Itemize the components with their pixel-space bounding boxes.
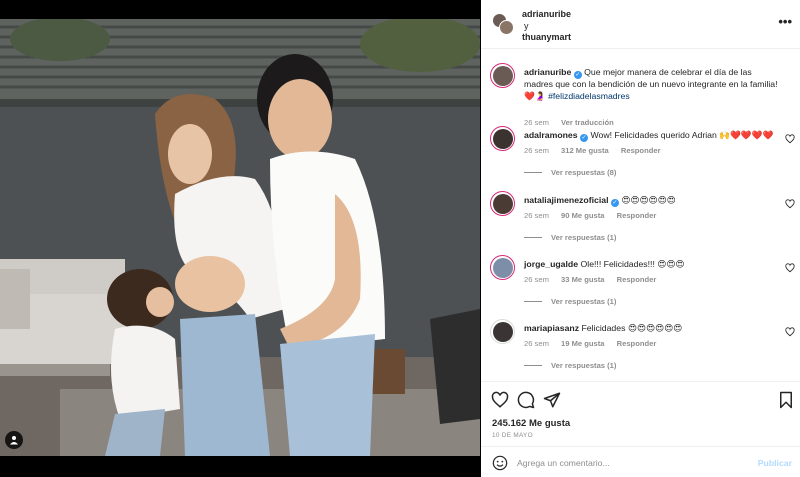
emoji-icon[interactable] [492, 455, 508, 471]
caption-time: 26 sem [524, 118, 549, 127]
comment-time: 26 sem [524, 211, 549, 220]
heart-icon[interactable] [491, 391, 509, 409]
comment-body: Wow! Felicidades querido Adrian 🙌❤️❤️❤️❤… [590, 130, 774, 140]
more-options-icon[interactable]: ••• [778, 14, 792, 29]
comment-body: Felicidades 😍😍😍😍😍😍 [581, 323, 683, 333]
comment-like-icon[interactable] [785, 327, 795, 337]
avatar[interactable] [490, 126, 515, 151]
avatar[interactable] [490, 255, 515, 280]
comment-username[interactable]: nataliajimenezoficial [524, 195, 609, 205]
comment-meta: 26 sem 312 Me gusta Responder [524, 146, 671, 155]
post-photo[interactable] [0, 19, 480, 456]
comment-username[interactable]: jorge_ugalde [524, 259, 578, 269]
comment-icon[interactable] [517, 391, 535, 409]
view-replies-button[interactable]: Ver respuestas (1) [524, 297, 616, 306]
translate-link[interactable]: Ver traducción [561, 118, 614, 127]
reply-button[interactable]: Responder [617, 211, 657, 220]
post-side-panel: adrianuribe y thuanymart ••• adrianuribe… [481, 0, 800, 477]
comment-text: jorge_ugalde Ole!!! Felicidades!!! 😍😍😍 [524, 259, 782, 271]
reply-button[interactable]: Responder [617, 275, 657, 284]
user-tag-icon[interactable] [5, 431, 23, 449]
bookmark-icon[interactable] [777, 391, 795, 409]
comment-input[interactable] [517, 455, 737, 471]
comment-text: adalramones ✓ Wow! Felicidades querido A… [524, 130, 782, 142]
comment-username[interactable]: mariapiasanz [524, 323, 579, 333]
comment-likes[interactable]: 19 Me gusta [561, 339, 604, 348]
caption-text: adrianuribe ✓ Que mejor manera de celebr… [524, 67, 782, 102]
verified-badge-icon: ✓ [573, 71, 582, 79]
comment-like-icon[interactable] [785, 134, 795, 144]
share-icon[interactable] [543, 391, 561, 409]
publish-button[interactable]: Publicar [758, 458, 792, 468]
family-photo-image [0, 19, 480, 456]
coauthor-username[interactable]: thuanymart [522, 32, 571, 42]
comment-body: Ole!!! Felicidades!!! 😍😍😍 [580, 259, 685, 269]
caption-meta: 26 sem Ver traducción [524, 118, 624, 127]
view-replies-label: Ver respuestas (1) [551, 361, 617, 370]
comment-like-icon[interactable] [785, 263, 795, 273]
comment-body: 😍😍😍😍😍😍 [621, 195, 676, 205]
comment-likes[interactable]: 33 Me gusta [561, 275, 604, 284]
connector-text: y [524, 20, 529, 31]
add-comment-bar: Publicar [481, 446, 800, 477]
avatar[interactable] [490, 191, 515, 216]
comment-like-icon[interactable] [785, 199, 795, 209]
comment-meta: 26 sem 33 Me gusta Responder [524, 275, 666, 284]
comment-meta: 26 sem 19 Me gusta Responder [524, 339, 666, 348]
post-date: 10 DE MAYO [492, 432, 533, 439]
divider [524, 301, 542, 302]
comment-username[interactable]: adalramones [524, 130, 578, 140]
avatar [499, 20, 514, 35]
verified-badge-icon: ✓ [580, 134, 589, 142]
avatar[interactable] [490, 319, 515, 344]
comment-time: 26 sem [524, 275, 549, 284]
post-header: adrianuribe y thuanymart ••• [481, 0, 800, 49]
comment-meta: 26 sem 90 Me gusta Responder [524, 211, 666, 220]
comments-list[interactable]: adrianuribe ✓ Que mejor manera de celebr… [481, 50, 800, 380]
comment-likes[interactable]: 90 Me gusta [561, 211, 604, 220]
view-replies-button[interactable]: Ver respuestas (1) [524, 361, 616, 370]
view-replies-button[interactable]: Ver respuestas (1) [524, 233, 616, 242]
action-bar: 245.162 Me gusta 10 DE MAYO [481, 381, 800, 443]
collab-names: adrianuribe y thuanymart [522, 9, 571, 44]
comment-text: mariapiasanz Felicidades 😍😍😍😍😍😍 [524, 323, 782, 335]
author-username[interactable]: adrianuribe [522, 9, 571, 19]
reply-button[interactable]: Responder [617, 339, 657, 348]
divider [524, 237, 542, 238]
divider [524, 172, 542, 173]
view-replies-label: Ver respuestas (1) [551, 297, 617, 306]
avatar[interactable] [490, 63, 515, 88]
comment-likes[interactable]: 312 Me gusta [561, 146, 609, 155]
caption-username[interactable]: adrianuribe [524, 67, 571, 77]
comment-time: 26 sem [524, 146, 549, 155]
verified-badge-icon: ✓ [610, 199, 619, 207]
comment-text: nataliajimenezoficial ✓ 😍😍😍😍😍😍 [524, 195, 782, 207]
hashtag-link[interactable]: #felizdiadelasmadres [548, 91, 630, 101]
reply-button[interactable]: Responder [621, 146, 661, 155]
comment-time: 26 sem [524, 339, 549, 348]
view-replies-label: Ver respuestas (1) [551, 233, 617, 242]
collab-avatars[interactable] [492, 13, 514, 35]
view-replies-label: Ver respuestas (8) [551, 168, 617, 177]
likes-count[interactable]: 245.162 Me gusta [492, 418, 570, 429]
divider [524, 365, 542, 366]
view-replies-button[interactable]: Ver respuestas (8) [524, 168, 616, 177]
